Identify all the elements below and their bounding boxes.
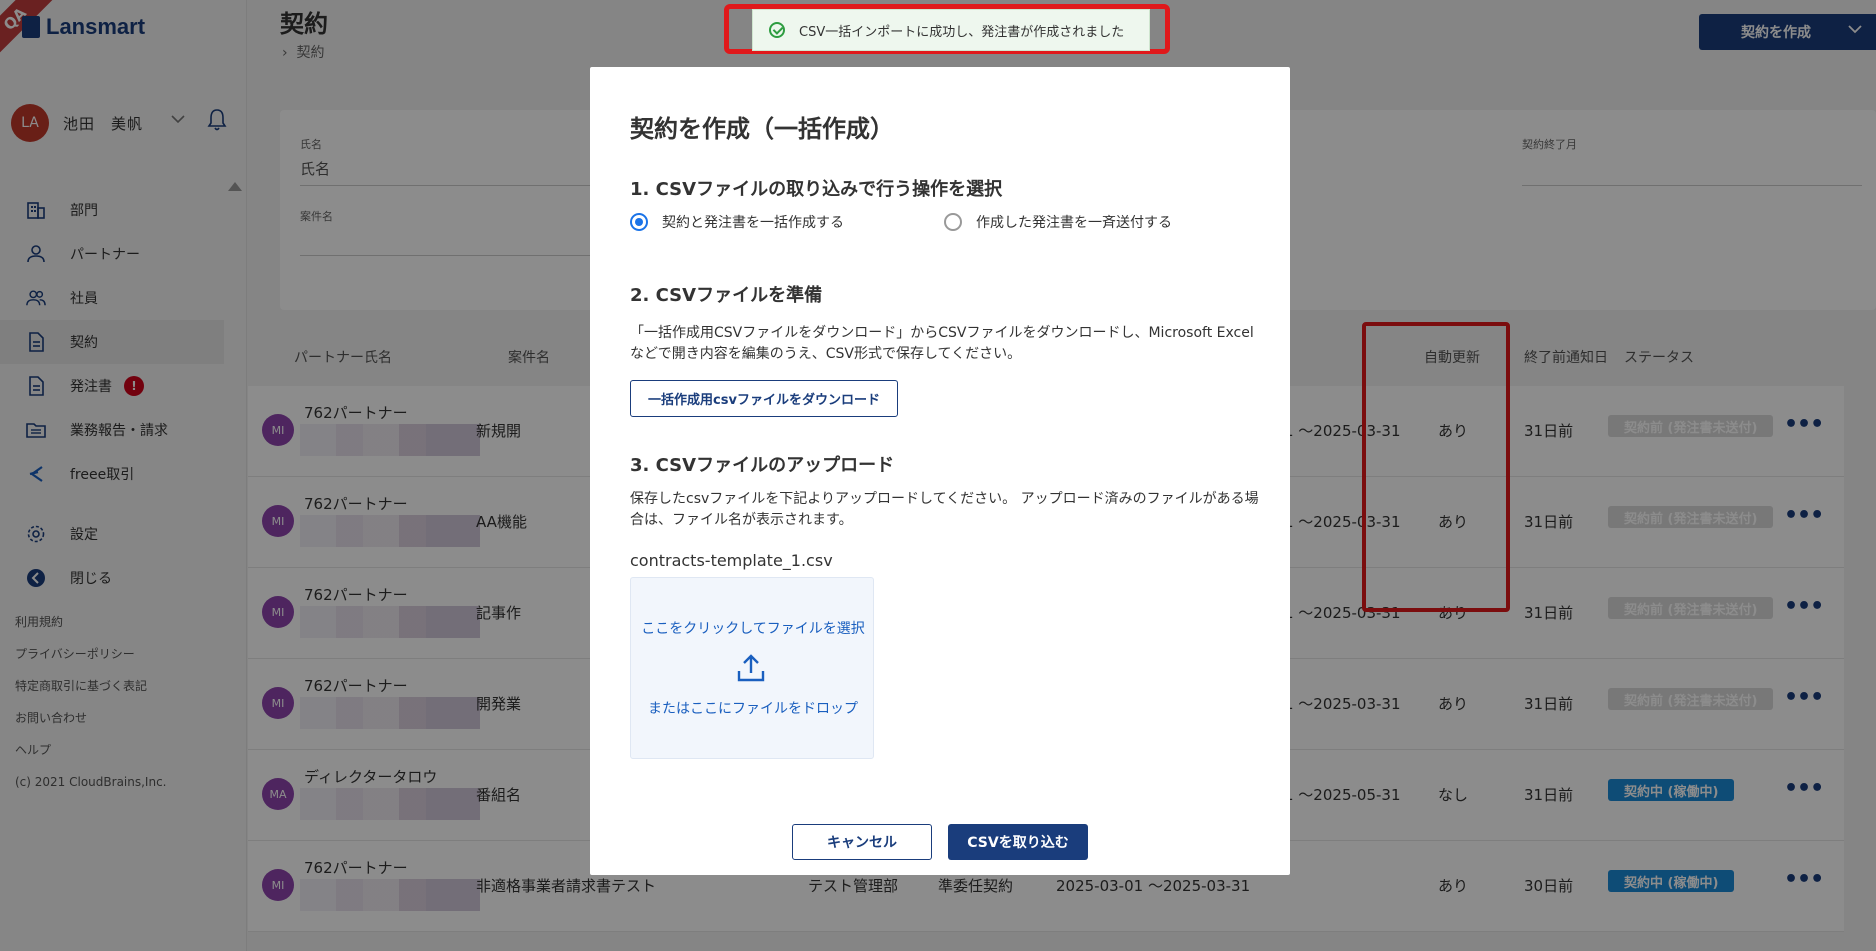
operation-radio-group: 契約と発注書を一括作成する 作成した発注書を一斉送付する	[630, 212, 1172, 232]
radio-bulk-send[interactable]	[944, 213, 962, 231]
step3-title: 3. CSVファイルのアップロード	[630, 455, 895, 476]
check-circle-icon	[769, 22, 785, 38]
download-csv-button[interactable]: 一括作成用csvファイルをダウンロード	[630, 380, 898, 417]
step1-title: 1. CSVファイルの取り込みで行う操作を選択	[630, 179, 1003, 200]
radio-bulk-create[interactable]	[630, 213, 648, 231]
radio-bulk-send-label[interactable]: 作成した発注書を一斉送付する	[976, 212, 1172, 232]
step3-description: 保存したcsvファイルを下記よりアップロードしてください。 アップロード済みのフ…	[630, 491, 1259, 528]
step2-title: 2. CSVファイルを準備	[630, 285, 823, 306]
dropzone-click-text[interactable]: ここをクリックしてファイルを選択	[631, 618, 875, 638]
modal-title: 契約を作成（一括作成）	[630, 115, 894, 143]
success-toast: CSV一括インポートに成功し、発注書が作成されました	[752, 9, 1150, 51]
dropzone-drop-text: またはここにファイルをドロップ	[648, 701, 858, 717]
uploaded-filename: contracts-template_1.csv	[630, 551, 833, 570]
toast-message: CSV一括インポートに成功し、発注書が作成されました	[799, 24, 1125, 40]
file-dropzone[interactable]: ここをクリックしてファイルを選択 またはここにファイルをドロップ	[630, 577, 874, 759]
step2-description: 「一括作成用CSVファイルをダウンロード」からCSVファイルをダウンロードし、M…	[630, 325, 1254, 362]
cancel-button[interactable]: キャンセル	[792, 824, 932, 860]
radio-bulk-create-label[interactable]: 契約と発注書を一括作成する	[662, 212, 844, 232]
bulk-create-modal: 契約を作成（一括作成） 1. CSVファイルの取り込みで行う操作を選択 契約と発…	[590, 67, 1290, 875]
import-csv-button[interactable]: CSVを取り込む	[948, 824, 1088, 860]
upload-icon	[736, 653, 766, 687]
